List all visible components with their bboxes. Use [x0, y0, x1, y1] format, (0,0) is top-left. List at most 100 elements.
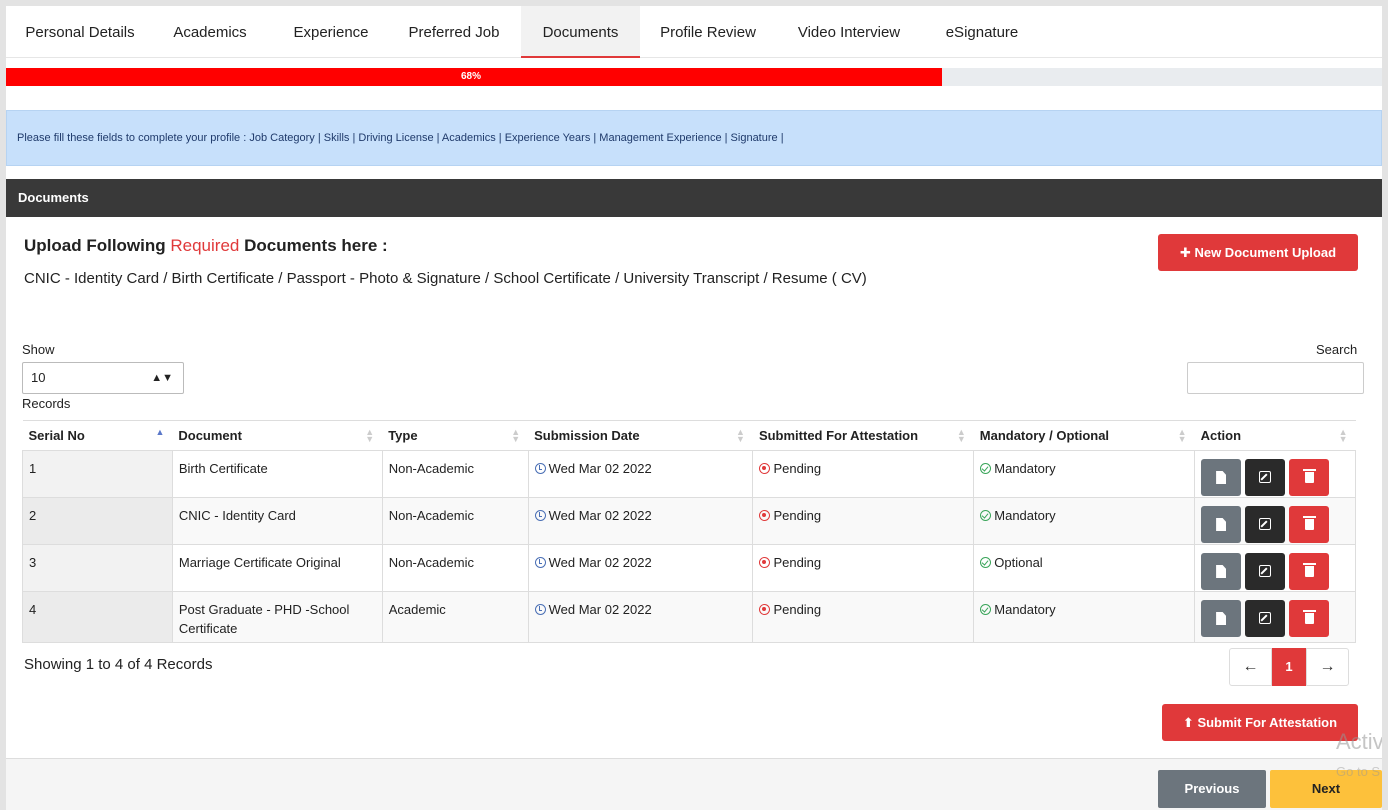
required-label: Required	[170, 236, 240, 255]
cell-date: Wed Mar 02 2022	[527, 450, 754, 498]
edit-document-button[interactable]	[1245, 600, 1286, 637]
new-document-upload-button[interactable]: ✚ New Document Upload	[1158, 234, 1358, 271]
cell-document: Marriage Certificate Original	[171, 544, 383, 592]
edit-document-button[interactable]	[1245, 459, 1286, 496]
clock-icon	[534, 604, 546, 615]
check-circle-icon	[980, 510, 992, 521]
check-circle-icon	[980, 557, 992, 568]
records-label: Records	[22, 396, 71, 411]
cell-attestation: Pending	[752, 497, 975, 545]
sort-icon: ▲ ▼	[1338, 427, 1348, 444]
file-icon	[1216, 565, 1227, 578]
alert-text: Please fill these fields to complete you…	[17, 132, 784, 144]
step-tabs: Personal Details Academics Experience Pr…	[6, 6, 1382, 58]
cell-action	[1194, 591, 1356, 643]
plus-icon: ✚	[1179, 245, 1195, 260]
app-frame: Personal Details Academics Experience Pr…	[6, 6, 1382, 810]
cell-type: Non-Academic	[381, 497, 529, 545]
sort-icon: ▲ ▼	[511, 427, 521, 444]
header-document[interactable]: Document ▲ ▼	[172, 420, 383, 451]
cell-mandatory: Mandatory	[973, 450, 1196, 498]
tab-personal-details[interactable]: Personal Details	[14, 6, 146, 58]
header-serial-no[interactable]: Serial No ▲	[22, 420, 173, 451]
page-1-button[interactable]: 1	[1272, 648, 1306, 686]
file-icon	[1216, 518, 1227, 531]
cell-action	[1194, 497, 1356, 545]
cell-attestation: Pending	[752, 591, 975, 643]
submit-for-attestation-button[interactable]: ⬆ Submit For Attestation	[1162, 704, 1358, 741]
cell-date: Wed Mar 02 2022	[527, 497, 754, 545]
table-row: 1 Birth Certificate Non-Academic Wed Mar…	[22, 450, 1356, 498]
view-document-button[interactable]	[1201, 600, 1242, 637]
table-row: 3 Marriage Certificate Original Non-Acad…	[22, 544, 1356, 592]
cell-mandatory: Mandatory	[973, 591, 1196, 643]
cell-mandatory: Mandatory	[973, 497, 1196, 545]
new-document-upload-label: New Document Upload	[1194, 245, 1337, 260]
cell-date: Wed Mar 02 2022	[527, 544, 754, 592]
pending-icon	[759, 510, 771, 521]
cell-serial: 3	[22, 544, 173, 592]
pending-icon	[759, 604, 771, 615]
view-document-button[interactable]	[1201, 553, 1242, 590]
cell-type: Academic	[381, 591, 529, 643]
clock-icon	[534, 557, 546, 568]
delete-document-button[interactable]	[1289, 459, 1330, 496]
cell-serial: 4	[22, 591, 173, 643]
cell-document: Birth Certificate	[171, 450, 383, 498]
page-size-value: 10	[31, 370, 46, 385]
select-arrows-icon: ▲▼	[151, 372, 173, 384]
clock-icon	[534, 510, 546, 521]
submit-for-attestation-label: Submit For Attestation	[1197, 715, 1338, 730]
sort-icon: ▲ ▼	[736, 427, 745, 444]
documents-table: Serial No ▲ Document ▲ ▼ Type ▲ ▼ Submission …	[22, 420, 1356, 643]
delete-document-button[interactable]	[1289, 553, 1330, 590]
upload-title-suffix: Documents here :	[239, 236, 388, 255]
tab-experience[interactable]: Experience	[278, 6, 384, 58]
sort-asc-icon: ▲	[155, 427, 165, 437]
profile-progress-bar: 68%	[6, 68, 1382, 86]
cell-date: Wed Mar 02 2022	[527, 591, 754, 643]
cell-document: CNIC - Identity Card	[171, 497, 383, 545]
edit-document-button[interactable]	[1245, 506, 1286, 543]
previous-button[interactable]: Previous	[1158, 770, 1266, 808]
edit-document-button[interactable]	[1245, 553, 1286, 590]
activation-watermark: Activ	[1336, 729, 1382, 754]
check-circle-icon	[980, 604, 992, 615]
cell-mandatory: Optional	[973, 544, 1196, 592]
page-size-select[interactable]: 10 ▲▼	[22, 362, 184, 394]
tab-academics[interactable]: Academics	[162, 6, 258, 58]
view-document-button[interactable]	[1201, 459, 1242, 496]
panel-title: Documents	[6, 179, 1382, 217]
view-document-button[interactable]	[1201, 506, 1242, 543]
search-input[interactable]	[1187, 362, 1364, 394]
table-row: 4 Post Graduate - PHD -School Certificat…	[22, 591, 1356, 643]
tab-profile-review[interactable]: Profile Review	[648, 6, 768, 58]
edit-icon	[1259, 612, 1272, 624]
sort-icon: ▲ ▼	[1177, 427, 1187, 444]
trash-icon	[1303, 610, 1317, 624]
cell-type: Non-Academic	[381, 544, 529, 592]
activation-watermark-sub: Go to S	[1336, 764, 1381, 779]
next-page-button[interactable]: →	[1306, 648, 1349, 686]
tab-esignature[interactable]: eSignature	[934, 6, 1030, 58]
delete-document-button[interactable]	[1289, 506, 1330, 543]
tab-documents[interactable]: Documents	[521, 6, 640, 58]
trash-icon	[1303, 469, 1317, 483]
delete-document-button[interactable]	[1289, 600, 1330, 637]
edit-icon	[1259, 565, 1272, 577]
prev-page-button[interactable]: ←	[1229, 648, 1272, 686]
tab-preferred-job[interactable]: Preferred Job	[394, 6, 514, 58]
header-mandatory-optional[interactable]: Mandatory / Optional ▲ ▼	[973, 420, 1195, 451]
cell-serial: 2	[22, 497, 173, 545]
header-submitted-for-attestation[interactable]: Submitted For Attestation ▲ ▼	[752, 420, 974, 451]
cell-type: Non-Academic	[381, 450, 529, 498]
tab-video-interview[interactable]: Video Interview	[784, 6, 914, 58]
check-circle-icon	[980, 463, 992, 474]
upload-icon: ⬆	[1182, 715, 1198, 730]
upload-title-prefix: Upload Following	[24, 236, 171, 255]
header-action[interactable]: Action ▲ ▼	[1194, 420, 1356, 451]
header-submission-date[interactable]: Submission Date ▲ ▼	[528, 420, 753, 451]
header-type[interactable]: Type ▲ ▼	[382, 420, 529, 451]
file-icon	[1216, 612, 1227, 625]
cell-serial: 1	[22, 450, 173, 498]
